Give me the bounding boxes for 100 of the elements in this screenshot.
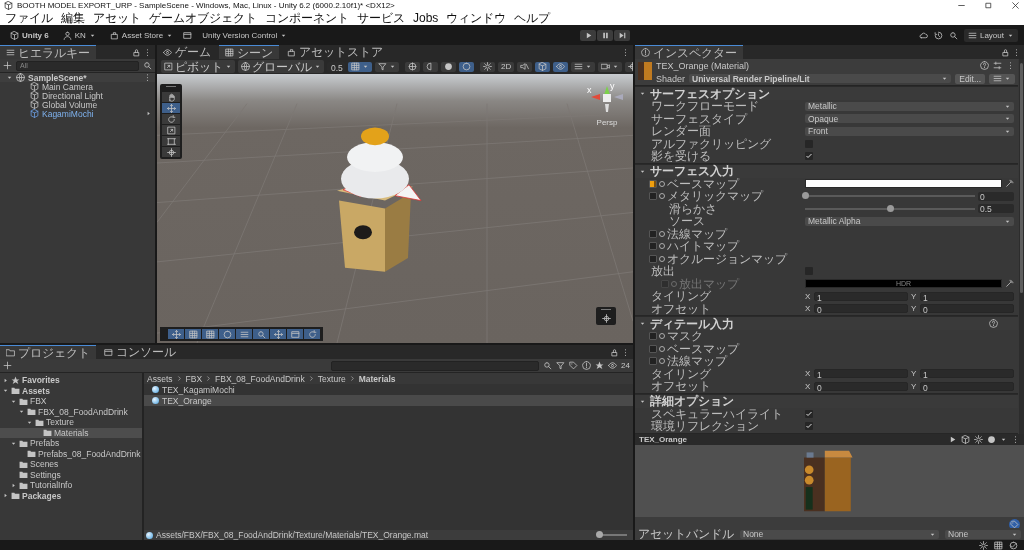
help-icon[interactable] — [980, 61, 989, 70]
number-field[interactable]: 1 — [814, 369, 908, 379]
package-icon[interactable] — [183, 30, 193, 40]
step-button[interactable] — [614, 29, 631, 41]
eyedropper-icon[interactable] — [1005, 179, 1014, 189]
checkbox[interactable] — [805, 152, 813, 161]
add-icon[interactable] — [3, 61, 12, 70]
maximize-icon[interactable] — [984, 1, 993, 10]
transform-tool-button[interactable] — [162, 147, 180, 157]
hierarchy-item[interactable]: Main Camera — [42, 81, 94, 92]
camera-overlay[interactable] — [596, 307, 616, 325]
section-title[interactable]: ディテール入力 — [650, 317, 734, 330]
caret-icon[interactable] — [1000, 436, 1007, 443]
expand-arrow-icon[interactable] — [639, 90, 646, 97]
filter-icon[interactable] — [556, 361, 566, 370]
section-title[interactable]: 詳細オプション — [650, 395, 734, 407]
folder-item[interactable]: Assets — [22, 385, 50, 396]
asset-item[interactable]: TEX_KagamiMochi — [162, 384, 235, 395]
visibility-toggle[interactable] — [553, 61, 569, 72]
menu-item[interactable]: サービス — [357, 11, 405, 25]
folder-item[interactable]: Prefabs — [30, 438, 60, 449]
layout-dropdown[interactable]: Layout — [963, 28, 1018, 42]
menu-dropdown[interactable] — [989, 73, 1015, 84]
hand-tool-button[interactable] — [162, 92, 180, 102]
folder-item[interactable]: FBX_08_FoodAndDrink — [38, 406, 128, 417]
scale-tool-button[interactable] — [162, 125, 180, 135]
add-icon[interactable] — [3, 361, 12, 370]
menu-item[interactable]: ウィンドウ — [446, 11, 507, 25]
expand-arrow-icon[interactable] — [18, 408, 25, 416]
texture-slot[interactable] — [649, 179, 657, 188]
lock-icon[interactable] — [610, 347, 619, 357]
folder-item[interactable]: Texture — [46, 417, 74, 428]
expand-arrow-icon[interactable] — [10, 481, 17, 489]
menu-item[interactable]: ヘルプ — [514, 11, 551, 25]
breadcrumb-link[interactable]: FBX_08_FoodAndDrink — [215, 373, 305, 384]
expand-arrow-icon[interactable] — [639, 320, 646, 327]
number-field[interactable]: 0 — [920, 304, 1014, 314]
number-field[interactable]: 0 — [814, 381, 908, 391]
orientation-gizmo-drawing[interactable] — [591, 86, 623, 112]
rect-tool-button[interactable] — [162, 136, 180, 146]
effects-toggle[interactable] — [535, 61, 551, 72]
history-icon[interactable] — [933, 30, 943, 40]
breadcrumb-link[interactable]: Texture — [317, 373, 346, 384]
cloud-icon[interactable] — [918, 30, 928, 40]
search-icon[interactable] — [948, 30, 958, 40]
color-field[interactable] — [805, 179, 1002, 189]
overlay-tool-button[interactable] — [219, 329, 235, 339]
eye-icon[interactable] — [608, 361, 618, 370]
number-field[interactable]: 1 — [814, 291, 908, 301]
overlay-tool-button[interactable] — [202, 329, 218, 339]
hierarchy-tab[interactable]: ヒエラルキー — [0, 45, 96, 59]
number-field[interactable]: 0 — [814, 304, 908, 314]
wireframe-button[interactable] — [405, 61, 420, 72]
check-circle-icon[interactable] — [1009, 540, 1018, 550]
breadcrumb-link[interactable]: Assets — [147, 373, 173, 384]
unlit-button[interactable] — [459, 61, 474, 72]
inspector-tab[interactable]: インスペクター — [635, 45, 743, 59]
grid-snap-button[interactable] — [348, 61, 372, 72]
asset-bundle-dropdown[interactable]: None — [740, 529, 939, 539]
help-icon[interactable] — [989, 319, 998, 328]
expand-arrow-icon[interactable] — [2, 387, 9, 395]
overlay-tool-button[interactable] — [304, 329, 320, 339]
menu-item[interactable]: 編集 — [61, 11, 85, 25]
slider[interactable] — [805, 207, 975, 210]
pivot-dropdown[interactable]: ピボット — [161, 60, 235, 73]
projection-label[interactable]: Persp — [596, 118, 618, 127]
number-field[interactable]: 0.5 — [978, 204, 1014, 214]
folder-item[interactable]: Packages — [22, 490, 62, 501]
breadcrumb-link[interactable]: FBX — [185, 373, 203, 384]
property-dropdown[interactable]: Metallic — [805, 101, 1014, 111]
breadcrumb-link[interactable]: Materials — [358, 373, 396, 384]
sliders-icon[interactable] — [993, 61, 1002, 70]
checkbox[interactable] — [805, 422, 813, 431]
cube-icon[interactable] — [961, 435, 970, 444]
overlay-tool-button[interactable] — [287, 329, 303, 339]
rotate-tool-button[interactable] — [162, 114, 180, 124]
lock-icon[interactable] — [1001, 47, 1010, 57]
number-field[interactable]: 1 — [920, 369, 1014, 379]
section-title[interactable]: サーフェスオプション — [650, 87, 770, 100]
overlay-dropdown[interactable] — [571, 61, 596, 72]
edit-button[interactable]: Edit... — [955, 73, 985, 84]
hierarchy-item[interactable]: Directional Light — [42, 90, 103, 101]
expand-arrow-icon[interactable] — [2, 492, 9, 500]
snap-settings-button[interactable] — [375, 61, 399, 72]
close-icon[interactable] — [1011, 1, 1020, 10]
overlay-tool-button[interactable] — [168, 329, 184, 339]
folder-item[interactable]: Favorites — [22, 375, 60, 386]
product-button[interactable]: Unity 6 — [6, 28, 53, 42]
panel-tab[interactable]: シーン — [219, 45, 279, 59]
play-button[interactable] — [580, 29, 597, 41]
lock-icon[interactable] — [132, 47, 141, 57]
search-icon[interactable] — [543, 361, 553, 370]
pause-button[interactable] — [597, 29, 614, 41]
light-icon[interactable] — [974, 435, 983, 444]
tag-icon[interactable] — [569, 361, 579, 370]
number-field[interactable]: 0 — [978, 191, 1014, 201]
scene-viewport[interactable] — [157, 74, 633, 343]
menu-item[interactable]: ゲームオブジェクト — [149, 11, 257, 25]
asset-item[interactable]: TEX_Orange — [162, 395, 212, 406]
shaded-wireframe-button[interactable] — [423, 61, 438, 72]
